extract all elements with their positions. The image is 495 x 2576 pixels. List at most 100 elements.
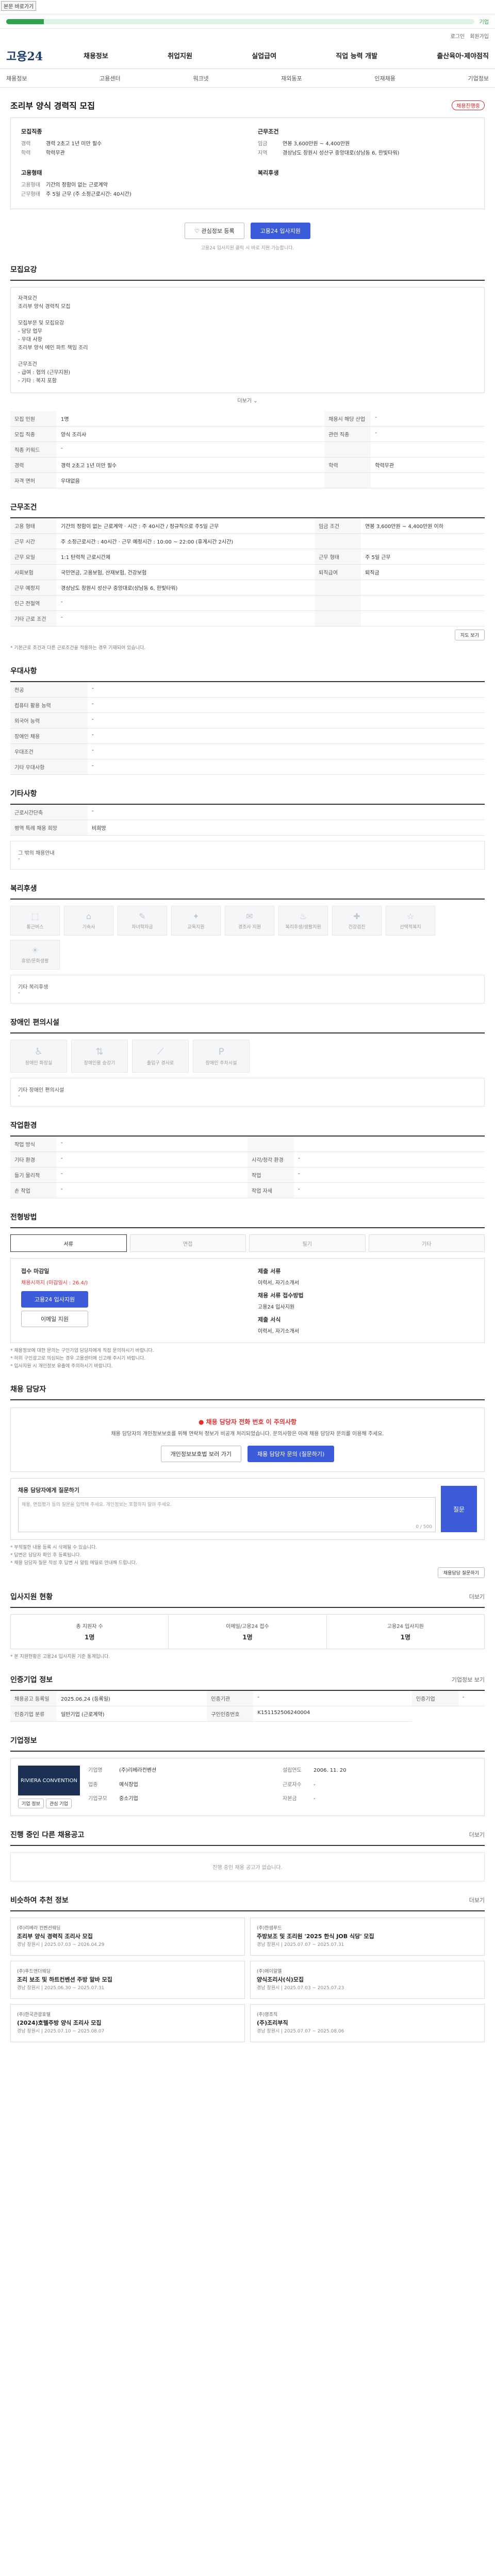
other-extra-value: -	[18, 856, 20, 862]
kv-value: 주 5일 근무 (주 소정근로시간: 40시간)	[46, 192, 131, 197]
skip-link[interactable]: 본문 바로가기	[1, 1, 37, 11]
table-key	[248, 1137, 294, 1152]
kv-value: 경력 2초고 1년 미만 필수	[46, 141, 102, 147]
method-tab[interactable]: 기타	[368, 1234, 485, 1252]
recommend-card[interactable]: (주)한국관광호텔 (2024)호텔주방 양식 조리사 모집 경남 창원시 | 20…	[10, 2004, 245, 2042]
table-value: -	[294, 1151, 485, 1167]
conditions-footnote: * 기본근로 조건과 다른 근로조건을 적용하는 경우 기재되어 있습니다.	[10, 646, 146, 651]
subnav-talent[interactable]: 인재채용	[374, 74, 395, 82]
privacy-button[interactable]: 개인정보보호법 보러 가기	[160, 1446, 241, 1462]
apply-button-2[interactable]: 고용24 입사지원	[21, 1291, 88, 1308]
inquiry-more-button[interactable]: 채용담당 질문하기	[437, 1567, 485, 1578]
job-summary: 모집직종 경력 경력 2초고 1년 미만 필수 학력 학력무관 근무조건 임금 연봉 …	[10, 117, 485, 209]
welfare-tile: ⌂ 기숙사	[64, 906, 113, 936]
recommend-card[interactable]: (주)에이알엘 양식조리사(식)모집 경남 창원시 | 2025.07.03 ~ 2…	[250, 1961, 485, 1999]
gnb-parental[interactable]: 출산육아·제야점직	[437, 50, 489, 60]
others-empty: 진행 중인 채용 공고가 없습니다.	[10, 1852, 485, 1882]
method-tab[interactable]: 면접	[129, 1234, 246, 1252]
table-key: 전공	[10, 682, 88, 698]
welfare-label: 선택적복지	[400, 925, 421, 930]
disabled-tiles: ♿ 장애인 화장실 ⇅ 장애인용 승강기 ⟋ 출입구 경사로 P 장애인 주차시설	[10, 1040, 485, 1073]
desc-line: - 우대 사항	[18, 337, 42, 343]
company-value: 중소기업	[119, 1796, 138, 1802]
table-value: -	[88, 805, 485, 820]
table-key: 인증기업	[411, 1691, 458, 1706]
gnb-jobs[interactable]: 채용정보	[84, 50, 108, 60]
status-badge: 채용진행중	[452, 100, 485, 110]
stats-note: * 본 지원현황은 고용24 입사지원 기준 통계입니다.	[10, 1654, 110, 1659]
recommend-more-link[interactable]: 더보기	[469, 1896, 485, 1904]
apply-note: 고용24 입사지원 클릭 시 바로 지원 가능합니다.	[201, 246, 294, 251]
welfare-label: 휴양/문화생활	[21, 959, 49, 964]
inquiry-input[interactable]: 채용, 면접평가 등의 질문을 입력해 주세요. 개인정보는 포함하지 말아 주…	[18, 1497, 436, 1532]
gnb-support[interactable]: 취업지원	[168, 50, 192, 60]
signup-link[interactable]: 회원가입	[470, 32, 489, 40]
warn-text: 채용 담당자의 개인정보보호를 위해 연락처 정보가 비공개 처리되었습니다. …	[111, 1431, 384, 1437]
recommend-meta: 경남 창원시 | 2025.06.30 ~ 2025.07.31	[17, 1986, 105, 1991]
login-link[interactable]: 로그인	[451, 32, 465, 40]
welfare-icon: ✦	[192, 911, 200, 921]
logo[interactable]: 고용24	[6, 47, 84, 64]
inquiry-heading: 채용 담당자에게 질문하기	[18, 1487, 79, 1494]
company-info-button[interactable]: 기업 정보	[18, 1799, 44, 1808]
recommend-meta: 경남 창원시 | 2025.07.07 ~ 2025.07.31	[257, 1942, 344, 1947]
welfare-tiles: ⬚ 통근버스 ⌂ 기숙사 ✎ 자녀학자금 ✦ 교육지원 ✉ 경조사 지원 ♨ 복리후생/생활지원 ✚ 건강…	[10, 906, 485, 970]
table-value: -	[57, 1151, 248, 1167]
table-value: 경상남도 창원시 성산구 중앙대로(상남동 6, 한빛타워)	[57, 580, 315, 596]
table-row: 자격 면허 우대없음	[10, 472, 485, 488]
company-logo: RIVIERA CONVENTION	[18, 1766, 80, 1795]
welfare-label: 건강검진	[348, 925, 366, 930]
table-value: 주 5일 근무	[361, 549, 485, 565]
method-notes: * 채용정보에 대한 문의는 구인기업 담당자에게 직접 문의하시기 바랍니다.…	[10, 1347, 485, 1370]
gnb-training[interactable]: 직업 능력 개발	[336, 50, 377, 60]
table-key	[315, 580, 361, 596]
disabled-title: 장애인 편의시설	[10, 1019, 60, 1027]
table-key: 작업 자세	[248, 1182, 294, 1198]
others-more-link[interactable]: 더보기	[469, 1831, 485, 1839]
subnav-jobs[interactable]: 채용정보	[6, 74, 27, 82]
recommend-card[interactable]: (주)푸드앤더웨딩 조리 보조 및 하트컨벤션 주방 알바 모집 경남 창원시 | …	[10, 1961, 245, 1999]
recommend-company: (주)에이알엘	[257, 1969, 282, 1974]
method-tab[interactable]: 서류	[10, 1234, 127, 1252]
conditions-table: 고용 형태 기간의 정함이 없는 근로계약 · 시간 : 주 40시간 / 정규직…	[10, 518, 485, 626]
subnav-center[interactable]: 고용센터	[100, 74, 120, 82]
accessibility-icon: ⇅	[95, 1046, 104, 1057]
desc-line	[18, 311, 477, 319]
ask-button[interactable]: 채용 담당자 문의 (질문하기)	[247, 1446, 335, 1462]
welfare-label: 통근버스	[26, 925, 44, 930]
welfare-heading: 복리후생	[258, 170, 279, 176]
inquiry-submit-button[interactable]: 질문	[441, 1486, 477, 1532]
subnav-worknet[interactable]: 워크넷	[193, 74, 208, 82]
subnav-overseas[interactable]: 재외동포	[281, 74, 302, 82]
fold-toggle[interactable]: 더보기 ⌄	[10, 396, 485, 404]
note-line: * 채용 담당자 질문 작성 후 답변 시 알림 메일로 안내해 드립니다.	[10, 1561, 137, 1566]
email-apply-button[interactable]: 이메일 지원	[21, 1311, 88, 1327]
subnav-company[interactable]: 기업정보	[468, 74, 489, 82]
company-follow-button[interactable]: 관심 기업	[45, 1799, 72, 1808]
welfare-icon: ⬚	[31, 911, 39, 921]
company-value: -	[314, 1782, 316, 1788]
table-value: -	[57, 1137, 248, 1152]
method-tab[interactable]: 필기	[249, 1234, 366, 1252]
info-more-link[interactable]: 기업정보 보기	[452, 1675, 485, 1684]
recommend-card[interactable]: (주)리베라 컨벤션웨딩 조리부 양식 경력직 조리사 모집 경남 창원시 | 20…	[10, 1918, 245, 1956]
table-row: 근로시간단축 -	[10, 805, 485, 820]
table-value: 우대없음	[57, 472, 325, 488]
stats-more-link[interactable]: 더보기	[469, 1592, 485, 1601]
map-button[interactable]: 지도 보기	[455, 630, 485, 640]
welfare-tile: ✚ 건강검진	[332, 906, 382, 936]
welfare-icon: ☀	[31, 945, 39, 955]
apply-button[interactable]: 고용24 입사지원	[250, 223, 310, 239]
stat-label: 총 지원자 수	[76, 1624, 103, 1630]
table-key: 작업 방식	[10, 1137, 57, 1152]
welfare-icon: ⌂	[86, 911, 92, 921]
table-row: 인근 전철역 -	[10, 595, 485, 611]
stat-item: 고용24 입사지원 1명	[327, 1615, 484, 1649]
save-interest-button[interactable]: ♡ 관심정보 등록	[185, 223, 244, 239]
table-key: 우대조건	[10, 743, 88, 759]
table-row: 들기 물리적 - 작업 -	[10, 1167, 485, 1183]
recommend-card[interactable]: (주)영조직 (주)조리부직 경남 창원시 | 2025.07.07 ~ 2025.…	[250, 2004, 485, 2042]
gnb-benefit[interactable]: 실업급여	[252, 50, 276, 60]
recommend-card[interactable]: (주)한샘푸드 주방보조 및 조리원 '2025 한식 JOB 식당' 모집 경남 …	[250, 1918, 485, 1956]
table-value: -	[88, 759, 485, 775]
